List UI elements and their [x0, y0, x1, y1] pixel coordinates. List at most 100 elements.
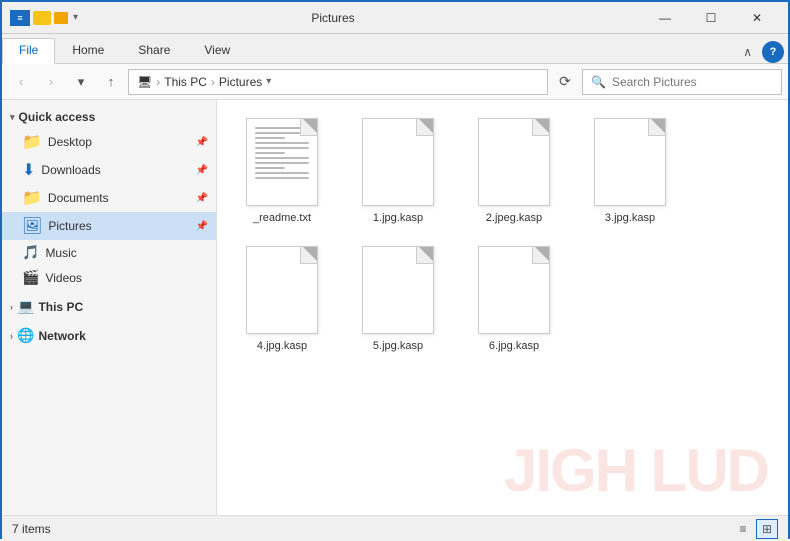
file-name-5: 5.jpg.kasp [373, 340, 423, 352]
file-item-readme[interactable]: _readme.txt [227, 110, 337, 232]
pin-icon-title: ▾ [73, 12, 78, 23]
sidebar-item-downloads[interactable]: ⬇ Downloads 📌 [2, 156, 216, 184]
search-input[interactable] [612, 75, 773, 89]
content-area: _readme.txt 1.jpg.kasp 2.jpeg.kasp [217, 100, 788, 515]
file-item-1[interactable]: 1.jpg.kasp [343, 110, 453, 232]
sidebar-item-videos[interactable]: 🎬 Videos [2, 265, 216, 290]
window-controls: — ☐ ✕ [642, 2, 780, 34]
title-bar: ≡ ▾ Pictures — ☐ ✕ [2, 2, 788, 34]
network-section: › 🌐 Network [2, 323, 216, 348]
ribbon-right: ∧ ? [737, 41, 788, 63]
file-name-4: 4.jpg.kasp [257, 340, 307, 352]
file-icon-5 [362, 246, 434, 334]
search-box[interactable]: 🔍 [582, 69, 782, 95]
folder-icon-title [33, 11, 51, 25]
file-item-3[interactable]: 3.jpg.kasp [575, 110, 685, 232]
close-button[interactable]: ✕ [734, 2, 780, 34]
path-this-pc[interactable]: This PC [164, 75, 207, 89]
address-path[interactable]: 🖥 › This PC › Pictures ▾ [128, 69, 548, 95]
sidebar-item-music[interactable]: 🎵 Music [2, 240, 216, 265]
pin-icon: 📌 [196, 137, 208, 148]
quick-access-label: Quick access [19, 110, 96, 124]
sidebar-item-desktop-label: Desktop [48, 135, 92, 149]
quick-access-section: ▾ Quick access 📁 Desktop 📌 ⬇ Downloads 📌… [2, 106, 216, 290]
watermark: JIGH LUD [504, 436, 768, 505]
network-label: Network [38, 329, 85, 343]
sidebar-item-downloads-label: Downloads [41, 163, 100, 177]
window-title: Pictures [84, 11, 582, 25]
file-icon-readme [246, 118, 318, 206]
pin-icon-pictures: 📌 [196, 221, 208, 232]
file-icon-6 [478, 246, 550, 334]
file-icon-4 [246, 246, 318, 334]
pin-icon-documents: 📌 [196, 193, 208, 204]
path-dropdown-icon[interactable]: ▾ [266, 76, 271, 87]
sidebar-item-videos-label: Videos [45, 271, 81, 285]
videos-icon: 🎬 [22, 269, 39, 286]
this-pc-chevron: › [10, 302, 13, 312]
this-pc-header[interactable]: › 💻 This PC [2, 294, 216, 319]
path-icon: 🖥 [137, 75, 152, 89]
title-bar-icons: ≡ ▾ [10, 10, 78, 26]
file-item-2[interactable]: 2.jpeg.kasp [459, 110, 569, 232]
help-button[interactable]: ? [762, 41, 784, 63]
quick-access-header[interactable]: ▾ Quick access [2, 106, 216, 128]
pin-icon-downloads: 📌 [196, 165, 208, 176]
network-icon: 🌐 [17, 327, 34, 344]
this-pc-section: › 💻 This PC [2, 294, 216, 319]
file-item-4[interactable]: 4.jpg.kasp [227, 238, 337, 360]
file-name-1: 1.jpg.kasp [373, 212, 423, 224]
sidebar: ▾ Quick access 📁 Desktop 📌 ⬇ Downloads 📌… [2, 100, 217, 515]
details-view-button[interactable]: ≡ [732, 519, 754, 539]
view-controls: ≡ ⊞ [732, 519, 778, 539]
ribbon-collapse-button[interactable]: ∧ [737, 41, 758, 63]
tab-view[interactable]: View [187, 38, 247, 64]
item-count: 7 items [12, 522, 51, 536]
file-item-5[interactable]: 5.jpg.kasp [343, 238, 453, 360]
file-name-3: 3.jpg.kasp [605, 212, 655, 224]
sidebar-item-desktop[interactable]: 📁 Desktop 📌 [2, 128, 216, 156]
file-name-readme: _readme.txt [253, 212, 311, 224]
documents-folder-icon: 📁 [22, 188, 42, 208]
ribbon-tabs: File Home Share View ∧ ? [2, 34, 788, 64]
minimize-button[interactable]: — [642, 2, 688, 34]
app-icon: ≡ [10, 10, 30, 26]
sidebar-item-pictures-label: Pictures [48, 219, 91, 233]
main-layout: ▾ Quick access 📁 Desktop 📌 ⬇ Downloads 📌… [2, 100, 788, 515]
back-button[interactable]: ‹ [8, 69, 34, 95]
address-bar: ‹ › ▾ ↑ 🖥 › This PC › Pictures ▾ ⟳ 🔍 [2, 64, 788, 100]
up-button[interactable]: ↑ [98, 69, 124, 95]
recent-locations-button[interactable]: ▾ [68, 69, 94, 95]
network-header[interactable]: › 🌐 Network [2, 323, 216, 348]
file-icon-1 [362, 118, 434, 206]
file-icon-2 [478, 118, 550, 206]
maximize-button[interactable]: ☐ [688, 2, 734, 34]
refresh-button[interactable]: ⟳ [552, 69, 578, 95]
sidebar-item-pictures[interactable]: 🖼 Pictures 📌 [2, 212, 216, 240]
status-bar: 7 items ≡ ⊞ [2, 515, 788, 541]
tab-file[interactable]: File [2, 38, 55, 64]
this-pc-label: This PC [38, 300, 83, 314]
tab-home[interactable]: Home [55, 38, 121, 64]
chevron-icon: ▾ [10, 112, 15, 123]
tab-share[interactable]: Share [121, 38, 187, 64]
search-icon: 🔍 [591, 75, 606, 89]
sidebar-item-documents[interactable]: 📁 Documents 📌 [2, 184, 216, 212]
sidebar-item-music-label: Music [45, 246, 76, 260]
forward-button[interactable]: › [38, 69, 64, 95]
network-chevron: › [10, 331, 13, 341]
desktop-folder-icon: 📁 [22, 132, 42, 152]
folder-icon-small [54, 12, 68, 24]
path-separator: › [156, 75, 160, 89]
pictures-folder-icon: 🖼 [22, 216, 42, 236]
file-icon-3 [594, 118, 666, 206]
sidebar-item-documents-label: Documents [48, 191, 109, 205]
downloads-folder-icon: ⬇ [22, 160, 35, 180]
large-icons-view-button[interactable]: ⊞ [756, 519, 778, 539]
this-pc-icon: 💻 [17, 298, 34, 315]
file-item-6[interactable]: 6.jpg.kasp [459, 238, 569, 360]
file-name-6: 6.jpg.kasp [489, 340, 539, 352]
path-separator-2: › [211, 75, 215, 89]
path-pictures[interactable]: Pictures [219, 75, 262, 89]
file-name-2: 2.jpeg.kasp [486, 212, 542, 224]
